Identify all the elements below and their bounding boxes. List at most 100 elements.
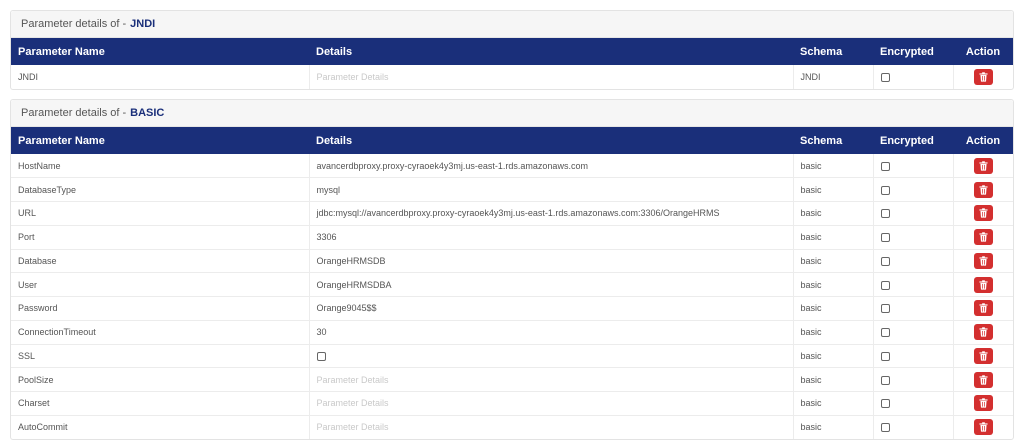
encrypted-cell <box>873 415 954 439</box>
trash-icon <box>979 184 988 195</box>
action-cell <box>953 272 1013 297</box>
encrypted-checkbox[interactable] <box>880 72 890 82</box>
encrypted-checkbox[interactable] <box>880 233 890 243</box>
schema-value: basic <box>793 344 874 369</box>
delete-button[interactable] <box>973 395 993 412</box>
schema-value: basic <box>793 415 874 439</box>
detail-checkbox[interactable] <box>316 351 326 361</box>
parameter-name: ConnectionTimeout <box>11 320 310 345</box>
delete-button[interactable] <box>973 252 993 269</box>
table-header-row: Parameter Name Details Schema Encrypted … <box>11 38 1013 65</box>
action-cell <box>953 367 1013 392</box>
action-cell <box>953 296 1013 321</box>
encrypted-checkbox[interactable] <box>880 399 890 409</box>
trash-icon <box>979 72 988 82</box>
delete-button[interactable] <box>973 229 993 246</box>
encrypted-checkbox[interactable] <box>880 280 890 290</box>
panel-heading-context: BASIC <box>130 107 165 119</box>
trash-icon <box>979 327 988 337</box>
encrypted-checkbox[interactable] <box>880 304 890 314</box>
detail-value[interactable]: OrangeHRMSDBA <box>309 272 794 297</box>
trash-icon <box>979 351 988 361</box>
detail-value[interactable]: jdbc:mysql://avancerdbproxy.proxy-cyraoe… <box>309 201 794 226</box>
encrypted-checkbox[interactable] <box>880 256 890 266</box>
action-cell <box>953 344 1013 369</box>
encrypted-checkbox[interactable] <box>880 185 890 195</box>
schema-value: basic <box>793 154 874 179</box>
parameter-name: Database <box>11 249 310 274</box>
panel-heading-jndi: Parameter details of - JNDI <box>11 11 1013 38</box>
encrypted-checkbox[interactable] <box>880 209 890 219</box>
column-header-details: Details <box>316 45 353 58</box>
delete-button[interactable] <box>973 300 993 317</box>
delete-button[interactable] <box>973 419 993 436</box>
column-header-action: Action <box>965 45 1001 58</box>
detail-value[interactable]: 30 <box>309 320 794 345</box>
encrypted-checkbox[interactable] <box>880 423 890 433</box>
trash-icon <box>979 279 988 290</box>
detail-value[interactable]: avancerdbproxy.proxy-cyraoek4y3mj.us-eas… <box>309 154 794 179</box>
encrypted-cell <box>873 320 954 345</box>
action-cell <box>953 177 1013 202</box>
delete-button[interactable] <box>973 371 993 388</box>
schema-value: basic <box>793 367 874 392</box>
detail-value[interactable]: mysql <box>309 177 794 202</box>
schema-value: basic <box>793 296 874 321</box>
schema-value: basic <box>793 249 874 274</box>
encrypted-cell <box>873 154 954 179</box>
encrypted-cell <box>873 344 954 369</box>
trash-icon <box>979 208 988 218</box>
schema-value: basic <box>793 225 874 250</box>
detail-value[interactable]: 3306 <box>309 225 794 250</box>
delete-button[interactable] <box>973 347 993 364</box>
schema-value: basic <box>793 201 874 226</box>
schema-value: basic <box>793 272 874 297</box>
encrypted-cell <box>873 201 954 226</box>
action-cell <box>953 320 1013 345</box>
table-row: JNDI Parameter Details JNDI <box>11 65 1013 89</box>
encrypted-cell <box>873 225 954 250</box>
encrypted-cell <box>873 65 954 89</box>
detail-cell[interactable] <box>309 344 794 369</box>
encrypted-checkbox[interactable] <box>880 375 890 385</box>
column-header-encrypted: Encrypted <box>880 134 934 147</box>
encrypted-checkbox[interactable] <box>880 351 890 361</box>
delete-button[interactable] <box>973 181 993 198</box>
delete-button[interactable] <box>973 324 993 341</box>
detail-input[interactable]: Parameter Details <box>309 65 794 89</box>
detail-value[interactable]: Orange9045$$ <box>309 296 794 321</box>
table-row: User OrangeHRMSDBA basic <box>11 272 1013 297</box>
detail-value[interactable]: OrangeHRMSDB <box>309 249 794 274</box>
table-row: ConnectionTimeout 30 basic <box>11 320 1013 345</box>
column-header-schema: Schema <box>800 45 843 58</box>
detail-input[interactable]: Parameter Details <box>309 415 794 439</box>
trash-icon <box>979 398 988 408</box>
encrypted-checkbox[interactable] <box>880 161 890 171</box>
table-row: SSL basic <box>11 344 1013 369</box>
parameter-name: Port <box>11 225 310 250</box>
delete-button[interactable] <box>973 157 993 174</box>
schema-value: basic <box>793 177 874 202</box>
delete-button[interactable] <box>973 68 993 85</box>
panel-heading-prefix: Parameter details of - <box>21 18 127 30</box>
encrypted-cell <box>873 272 954 297</box>
action-cell <box>953 249 1013 274</box>
encrypted-checkbox[interactable] <box>880 328 890 338</box>
encrypted-cell <box>873 296 954 321</box>
delete-button[interactable] <box>973 205 993 222</box>
trash-icon <box>979 303 988 313</box>
table-header-row: Parameter Name Details Schema Encrypted … <box>11 127 1013 154</box>
delete-button[interactable] <box>973 276 993 293</box>
detail-input[interactable]: Parameter Details <box>309 391 794 416</box>
parameter-name: Password <box>11 296 310 321</box>
column-header-name: Parameter Name <box>18 45 105 58</box>
parameter-name: AutoCommit <box>11 415 310 439</box>
panel-heading-prefix: Parameter details of - <box>21 107 127 119</box>
action-cell <box>953 154 1013 179</box>
parameter-name: HostName <box>11 154 310 179</box>
trash-icon <box>979 160 988 171</box>
trash-icon <box>979 256 988 266</box>
detail-input[interactable]: Parameter Details <box>309 367 794 392</box>
parameter-table-jndi: Parameter Name Details Schema Encrypted … <box>11 38 1013 89</box>
table-row: HostName avancerdbproxy.proxy-cyraoek4y3m… <box>11 154 1013 179</box>
